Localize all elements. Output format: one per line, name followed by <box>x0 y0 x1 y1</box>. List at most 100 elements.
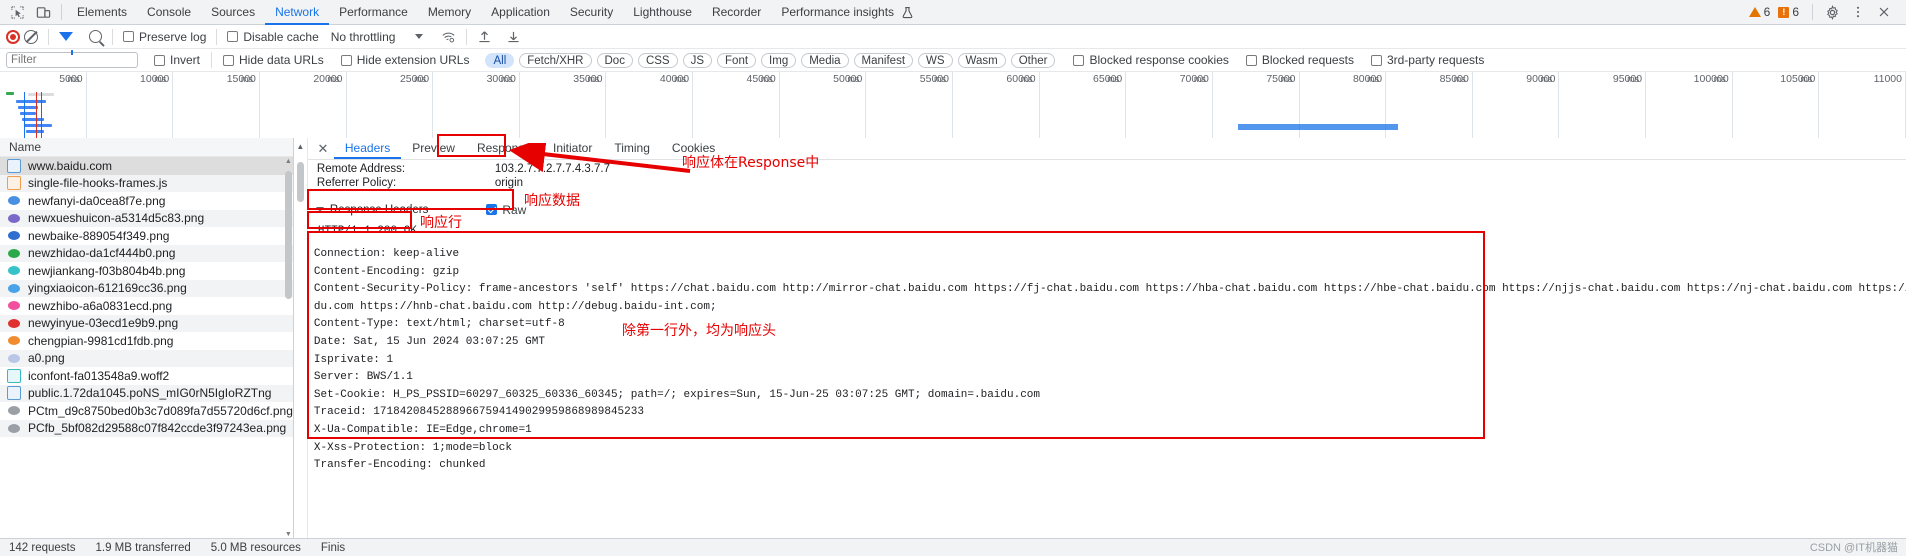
overview-tick-label: 75000 ms <box>1266 73 1296 85</box>
tab-performance-insights[interactable]: Performance insights <box>771 0 898 25</box>
filter-type-manifest[interactable]: Manifest <box>853 52 914 68</box>
scrollbar-thumb[interactable] <box>284 171 292 299</box>
device-toolbar-icon[interactable] <box>30 0 56 24</box>
request-row[interactable]: newbaike-889054f349.png <box>0 227 293 245</box>
filter-type-font[interactable]: Font <box>717 52 757 68</box>
close-icon[interactable] <box>1872 0 1896 24</box>
detail-scrollbar-thumb[interactable] <box>296 162 304 202</box>
request-row[interactable]: newyinyue-03ecd1e9b9.png <box>0 314 293 332</box>
error-count-badge[interactable]: ! 6 <box>1778 5 1799 19</box>
detail-tab-preview[interactable]: Preview <box>401 138 466 159</box>
request-row[interactable]: newfanyi-da0cea8f7e.png <box>0 192 293 210</box>
request-row[interactable]: public.1.72da1045.poNS_mIG0rN5IgIoRZTng <box>0 384 293 402</box>
filter-type-media[interactable]: Media <box>801 52 849 68</box>
checkbox-box <box>123 31 134 42</box>
filter-type-all[interactable]: All <box>485 52 515 68</box>
scroll-up-arrow-icon[interactable]: ▲ <box>285 157 292 165</box>
chevron-down-icon[interactable] <box>315 207 324 212</box>
warning-triangle-icon <box>1748 7 1761 17</box>
hide-data-urls-checkbox[interactable]: Hide data URLs <box>223 53 324 67</box>
raw-checkbox[interactable]: Raw <box>486 203 526 217</box>
toolbar-divider <box>466 28 468 45</box>
detail-scroll-up-icon[interactable]: ▲ <box>294 142 307 151</box>
overview-selection-band[interactable] <box>1238 124 1398 130</box>
scroll-down-arrow-icon[interactable]: ▼ <box>285 530 292 538</box>
blocked-response-cookies-checkbox[interactable]: Blocked response cookies <box>1073 53 1229 67</box>
overview-tick-label: 100000 ms <box>1693 73 1729 85</box>
filter-type-wasm[interactable]: Wasm <box>957 52 1006 68</box>
tab-console[interactable]: Console <box>137 0 201 25</box>
filter-type-other[interactable]: Other <box>1010 52 1056 68</box>
request-row[interactable]: newxueshuicon-a5314d5c83.png <box>0 209 293 227</box>
img-file-icon <box>8 406 20 416</box>
overview-bar <box>6 92 14 95</box>
tab-application[interactable]: Application <box>481 0 560 25</box>
tabstrip-right-group: 6 ! 6 <box>1748 0 1902 24</box>
img-file-icon <box>8 231 20 241</box>
request-row[interactable]: PCfb_5bf082d29588c07f842ccde3f97243ea.pn… <box>0 419 293 437</box>
request-row[interactable]: newjiankang-f03b804b4b.png <box>0 262 293 280</box>
filter-type-js[interactable]: JS <box>682 52 713 68</box>
annotation-arrow-response <box>509 143 691 173</box>
network-filter-bar: Invert Hide data URLs Hide extension URL… <box>0 49 1906 72</box>
filter-type-img[interactable]: Img <box>761 52 797 68</box>
record-button[interactable] <box>6 29 20 44</box>
invert-checkbox[interactable]: Invert <box>154 53 200 67</box>
preserve-log-checkbox[interactable]: Preserve log <box>123 30 206 44</box>
download-har-icon[interactable] <box>506 29 521 44</box>
request-list-scrollbar[interactable]: ▲ ▼ <box>284 157 292 538</box>
network-overview[interactable]: 5000 ms 10000 ms 15000 ms 20000 ms 25000 ms 3… <box>0 72 1906 141</box>
blocked-requests-checkbox[interactable]: Blocked requests <box>1245 53 1354 67</box>
request-row[interactable]: single-file-hooks-frames.js <box>0 174 293 192</box>
request-row[interactable]: chengpian-9981cd1fdb.png <box>0 332 293 350</box>
filter-type-ws[interactable]: WS <box>918 52 953 68</box>
request-rows[interactable]: ▲ ▼ www.baidu.com single-file-hooks-frame… <box>0 157 293 538</box>
request-name: newfanyi-da0cea8f7e.png <box>28 193 166 208</box>
clear-button[interactable] <box>24 29 38 44</box>
img-file-icon <box>8 423 20 433</box>
toolbar-divider <box>48 28 49 45</box>
request-row[interactable]: a0.png <box>0 349 293 367</box>
hide-extension-urls-checkbox[interactable]: Hide extension URLs <box>340 53 469 67</box>
inspect-element-icon[interactable] <box>4 0 30 24</box>
request-row[interactable]: yingxiaoicon-612169cc36.png <box>0 279 293 297</box>
filter-type-fetch-xhr[interactable]: Fetch/XHR <box>519 52 592 68</box>
request-row[interactable]: PCtm_d9c8750bed0b3c7d089fa7d55720d6cf.pn… <box>0 402 293 420</box>
third-party-requests-checkbox[interactable]: 3rd-party requests <box>1370 53 1484 67</box>
gear-icon[interactable] <box>1820 0 1844 24</box>
request-row[interactable]: newzhibo-a6a0831ecd.png <box>0 297 293 315</box>
close-detail-icon[interactable]: ✕ <box>312 138 334 159</box>
watermark: CSDN @IT机器猫 <box>1809 542 1898 554</box>
overview-tick: 45000 ms <box>693 72 780 140</box>
tab-lighthouse[interactable]: Lighthouse <box>623 0 702 25</box>
tab-security[interactable]: Security <box>560 0 623 25</box>
request-name: www.baidu.com <box>28 158 113 173</box>
toolbar-divider <box>61 4 62 20</box>
overview-tick: 90000 ms <box>1473 72 1560 140</box>
tab-recorder[interactable]: Recorder <box>702 0 771 25</box>
upload-har-icon[interactable] <box>477 29 492 44</box>
chevron-down-icon[interactable] <box>415 34 424 39</box>
tab-performance[interactable]: Performance <box>329 0 418 25</box>
warning-count-badge[interactable]: 6 <box>1748 5 1770 19</box>
more-vertical-icon[interactable] <box>1846 0 1870 24</box>
detail-tab-headers[interactable]: Headers <box>333 138 402 159</box>
search-icon[interactable] <box>89 30 102 43</box>
overview-tick: 55000 ms <box>866 72 953 140</box>
filter-icon[interactable] <box>59 32 73 55</box>
tab-memory[interactable]: Memory <box>418 0 481 25</box>
column-header-name[interactable]: Name <box>0 138 293 157</box>
request-row[interactable]: iconfont-fa013548a9.woff2 <box>0 367 293 385</box>
filter-type-doc[interactable]: Doc <box>596 52 633 68</box>
request-row[interactable]: newzhidao-da1cf444b0.png <box>0 244 293 262</box>
request-row[interactable]: www.baidu.com <box>0 157 293 175</box>
request-name: PCfb_5bf082d29588c07f842ccde3f97243ea.pn… <box>28 421 287 436</box>
throttling-select-value[interactable]: No throttling <box>331 30 396 44</box>
tab-sources[interactable]: Sources <box>201 0 265 25</box>
tab-elements[interactable]: Elements <box>67 0 137 25</box>
disable-cache-checkbox[interactable]: Disable cache <box>227 30 319 44</box>
tab-network[interactable]: Network <box>265 0 330 25</box>
filter-type-css[interactable]: CSS <box>637 52 678 68</box>
detail-scrollbar[interactable]: ▲ <box>293 138 308 538</box>
wifi-settings-icon[interactable] <box>441 30 456 44</box>
